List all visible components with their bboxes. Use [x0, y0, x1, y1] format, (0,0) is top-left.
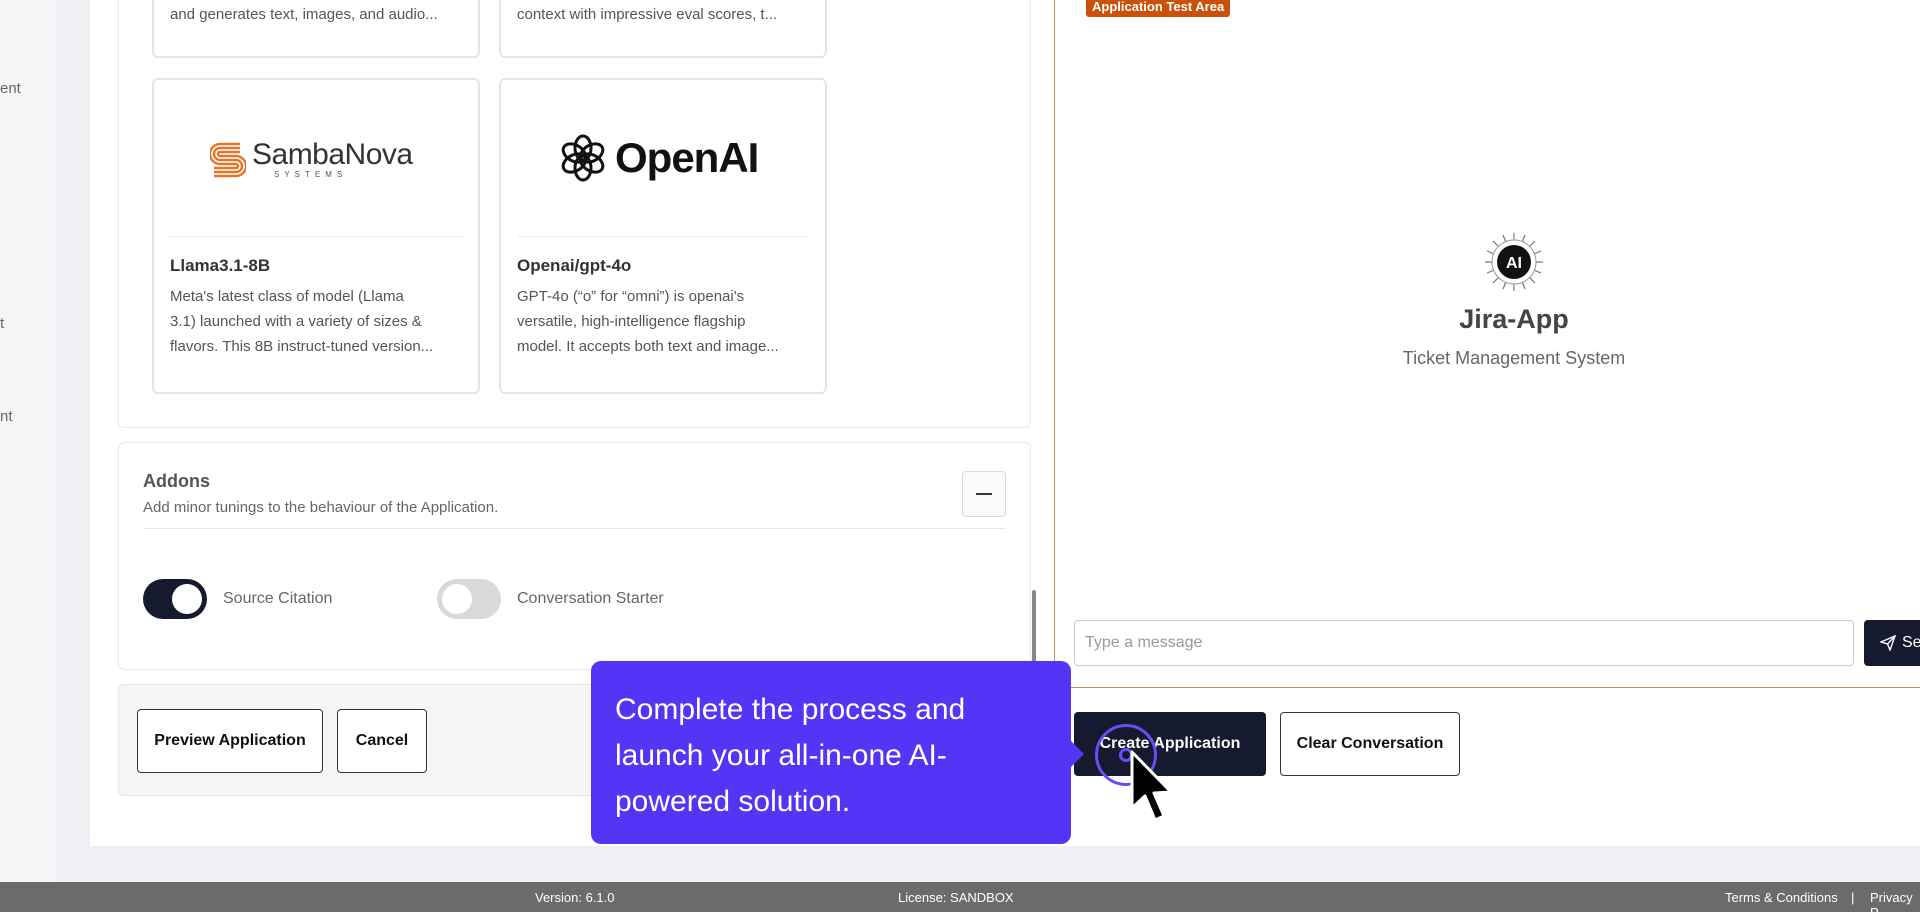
addons-title: Addons: [143, 471, 210, 491]
version-text: Version: 6.1.0: [535, 890, 615, 905]
model-desc: context with impressive eval scores, t..…: [517, 6, 778, 23]
toggle-knob: [442, 584, 472, 614]
desc-line: flavors. This 8B instruct-tuned version.…: [170, 338, 434, 355]
model-name: Llama3.1-8B: [170, 256, 271, 275]
desc-line: versatile, high-intelligence flagship: [517, 313, 746, 330]
card-divider: [517, 236, 809, 237]
sambanova-wordmark: SambaNova: [252, 138, 413, 171]
sambanova-logo: SambaNova SYSTEMS: [210, 140, 413, 180]
send-icon: [1880, 635, 1896, 651]
card-divider: [170, 236, 462, 237]
scrollbar-thumb[interactable]: [1032, 590, 1036, 664]
desc-line: GPT-4o (“o” for “omni”) is openai's: [517, 288, 745, 305]
nav-item-label[interactable]: t: [0, 315, 4, 332]
model-name: Openai/gpt-4o: [517, 256, 632, 275]
test-area-tag: Application Test Area: [1086, 0, 1231, 17]
model-card-gpt4o[interactable]: OpenAI Openai/gpt-4o GPT-4o (“o” for “om…: [499, 78, 827, 394]
addons-section: Addons Add minor tunings to the behaviou…: [118, 442, 1031, 670]
send-button[interactable]: Se: [1864, 620, 1920, 666]
desc-line: 3.1) launched with a variety of sizes &: [170, 313, 422, 330]
preview-application-button[interactable]: Preview Application: [137, 709, 323, 773]
conversation-starter-label: Conversation Starter: [517, 590, 664, 607]
sambanova-icon: [210, 142, 246, 178]
nav-item-label[interactable]: ent: [0, 80, 21, 97]
toggle-knob: [172, 584, 202, 614]
openai-logo: OpenAI: [557, 132, 759, 184]
model-card[interactable]: context with impressive eval scores, t..…: [499, 0, 827, 58]
model-card-llama[interactable]: SambaNova SYSTEMS Llama3.1-8B Meta's lat…: [152, 78, 480, 394]
ai-logo-icon: AI: [1485, 233, 1543, 291]
minus-icon: [976, 493, 992, 495]
tooltip-line: powered solution.: [615, 785, 851, 818]
model-desc: GPT-4o (“o” for “omni”) is openai's vers…: [517, 284, 813, 359]
ai-logo-text: AI: [1506, 255, 1522, 272]
tooltip-line: Complete the process and: [615, 693, 966, 726]
model-desc: Meta's latest class of model (Llama 3.1)…: [170, 284, 466, 359]
source-citation-toggle[interactable]: [143, 579, 207, 619]
license-text: License: SANDBOX: [898, 890, 1014, 905]
sambanova-sub: SYSTEMS: [274, 170, 348, 179]
openai-wordmark: OpenAI: [615, 134, 759, 181]
model-desc: and generates text, images, and audio...: [170, 6, 438, 23]
model-card[interactable]: and generates text, images, and audio...: [152, 0, 480, 58]
send-label: Se: [1902, 634, 1920, 651]
desc-line: model. It accepts both text and image...: [517, 338, 779, 355]
app-subtitle: Ticket Management System: [1402, 348, 1626, 368]
tooltip-arrow: [1070, 740, 1084, 768]
tooltip-line: launch your all-in-one AI-: [615, 739, 947, 772]
source-citation-label: Source Citation: [223, 590, 333, 607]
clear-conversation-button[interactable]: Clear Conversation: [1280, 712, 1460, 776]
left-nav: ent t nt: [0, 0, 56, 882]
conversation-starter-toggle[interactable]: [437, 579, 501, 619]
cancel-button[interactable]: Cancel: [337, 709, 427, 773]
collapse-button[interactable]: [962, 471, 1006, 517]
status-bar: Version: 6.1.0 License: SANDBOX Terms & …: [0, 882, 1920, 912]
addons-subtitle: Add minor tunings to the behaviour of th…: [143, 499, 499, 516]
nav-item-label[interactable]: nt: [0, 408, 13, 425]
message-input[interactable]: [1074, 620, 1854, 666]
mouse-cursor-icon: [1130, 750, 1173, 822]
app-title: Jira-App: [1459, 304, 1569, 334]
desc-line: Meta's latest class of model (Llama: [170, 288, 404, 305]
terms-link[interactable]: Terms & Conditions: [1725, 890, 1838, 905]
openai-icon: [561, 134, 605, 182]
status-separator: |: [1851, 890, 1855, 905]
application-test-area: [1054, 0, 1920, 688]
addons-divider: [143, 528, 1006, 529]
guide-tooltip: Complete the process and launch your all…: [591, 661, 1071, 844]
privacy-link[interactable]: Privacy P: [1870, 890, 1920, 912]
